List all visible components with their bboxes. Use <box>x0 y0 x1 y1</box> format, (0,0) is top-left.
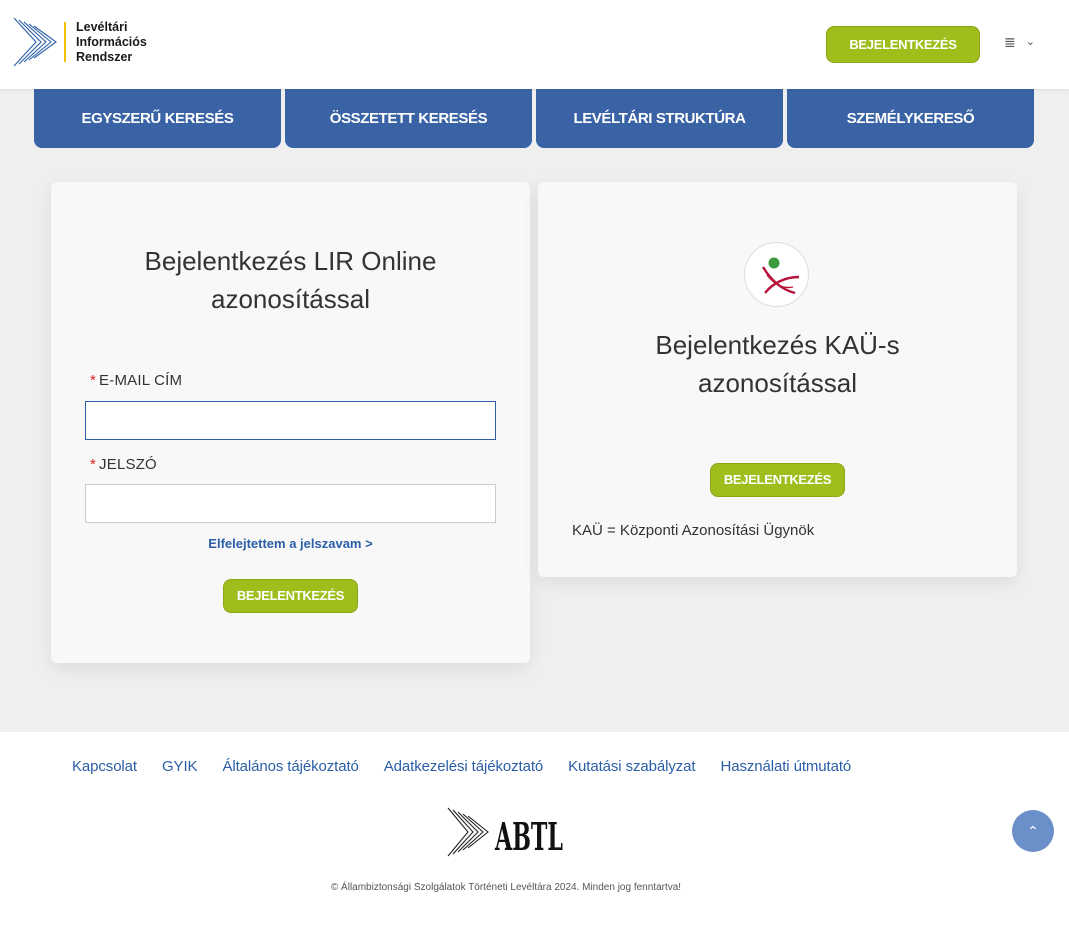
kau-login-title: Bejelentkezés KAÜ-s azonosítással <box>578 326 977 402</box>
chevron-down-icon: ⌄ <box>1025 36 1035 48</box>
lir-login-button[interactable]: BEJELENTKEZÉS <box>223 579 358 613</box>
menu-icon: ≣ <box>1004 34 1016 50</box>
kau-emblem-icon <box>761 257 800 295</box>
lir-logo[interactable]: Levéltári Információs Rendszer <box>12 16 147 68</box>
kau-title-line-1: Bejelentkezés KAÜ-s <box>655 330 900 360</box>
lir-login-title: Bejelentkezés LIR Online azonosítással <box>91 242 490 318</box>
footer-link-general-info[interactable]: Általános tájékoztató <box>222 758 358 775</box>
required-mark: * <box>90 372 97 389</box>
menu-toggle[interactable]: ≣ ⌄ <box>1004 33 1035 51</box>
footer-link-contact[interactable]: Kapcsolat <box>72 758 137 775</box>
lir-chevron-logo-icon <box>13 17 57 67</box>
logo-text: Levéltári Információs Rendszer <box>76 20 147 65</box>
lir-login-card: Bejelentkezés LIR Online azonosítással *… <box>51 182 530 663</box>
email-field[interactable] <box>85 401 496 440</box>
kau-note: KAÜ = Központi Azonosítási Ügynök <box>572 522 815 539</box>
site-header: Levéltári Információs Rendszer BEJELENTK… <box>0 0 1069 89</box>
abtl-logo[interactable]: ABTL <box>446 806 566 863</box>
password-label-text: JELSZÓ <box>99 456 157 473</box>
main-content: EGYSZERŰ KERESÉS ÖSSZETETT KERESÉS LEVÉL… <box>0 89 1069 732</box>
tab-archive-structure[interactable]: LEVÉLTÁRI STRUKTÚRA <box>536 89 783 148</box>
chevron-up-icon: ⌃ <box>1027 822 1039 839</box>
copyright-text: © Állambiztonsági Szolgálatok Történeti … <box>330 882 682 893</box>
logo-line-3: Rendszer <box>76 49 133 64</box>
abtl-logo-icon: ABTL <box>447 807 563 859</box>
kau-title-line-2: azonosítással <box>698 368 857 398</box>
lir-title-line-1: Bejelentkezés LIR Online <box>144 246 437 276</box>
forgot-password-link[interactable]: Elfelejtettem a jelszavam > <box>51 536 530 551</box>
email-label-text: E-MAIL CÍM <box>99 372 183 389</box>
site-footer: Kapcsolat GYIK Általános tájékoztató Ada… <box>0 732 1069 941</box>
logo-divider <box>64 22 66 62</box>
footer-links: Kapcsolat GYIK Általános tájékoztató Ada… <box>72 758 851 775</box>
email-label: * E-MAIL CÍM <box>90 372 182 389</box>
tab-person-search[interactable]: SZEMÉLYKERESŐ <box>787 89 1034 148</box>
logo-line-2: Információs <box>76 34 147 49</box>
abtl-logo-text: ABTL <box>494 814 563 858</box>
footer-link-user-guide[interactable]: Használati útmutató <box>720 758 851 775</box>
footer-link-research-rules[interactable]: Kutatási szabályzat <box>568 758 695 775</box>
required-mark: * <box>90 456 97 473</box>
tab-simple-search[interactable]: EGYSZERŰ KERESÉS <box>34 89 281 148</box>
footer-link-privacy[interactable]: Adatkezelési tájékoztató <box>384 758 543 775</box>
footer-link-faq[interactable]: GYIK <box>162 758 198 775</box>
kau-login-button[interactable]: BEJELENTKEZÉS <box>710 463 845 497</box>
password-label: * JELSZÓ <box>90 456 157 473</box>
kau-logo <box>744 242 809 307</box>
tab-advanced-search[interactable]: ÖSSZETETT KERESÉS <box>285 89 532 148</box>
header-login-button[interactable]: BEJELENTKEZÉS <box>826 26 980 63</box>
password-field[interactable] <box>85 484 496 523</box>
logo-line-1: Levéltári <box>76 19 128 34</box>
scroll-to-top-button[interactable]: ⌃ <box>1012 810 1054 852</box>
kau-login-card: Bejelentkezés KAÜ-s azonosítással BEJELE… <box>538 182 1017 577</box>
search-nav: EGYSZERŰ KERESÉS ÖSSZETETT KERESÉS LEVÉL… <box>34 89 1034 148</box>
lir-title-line-2: azonosítással <box>211 284 370 314</box>
